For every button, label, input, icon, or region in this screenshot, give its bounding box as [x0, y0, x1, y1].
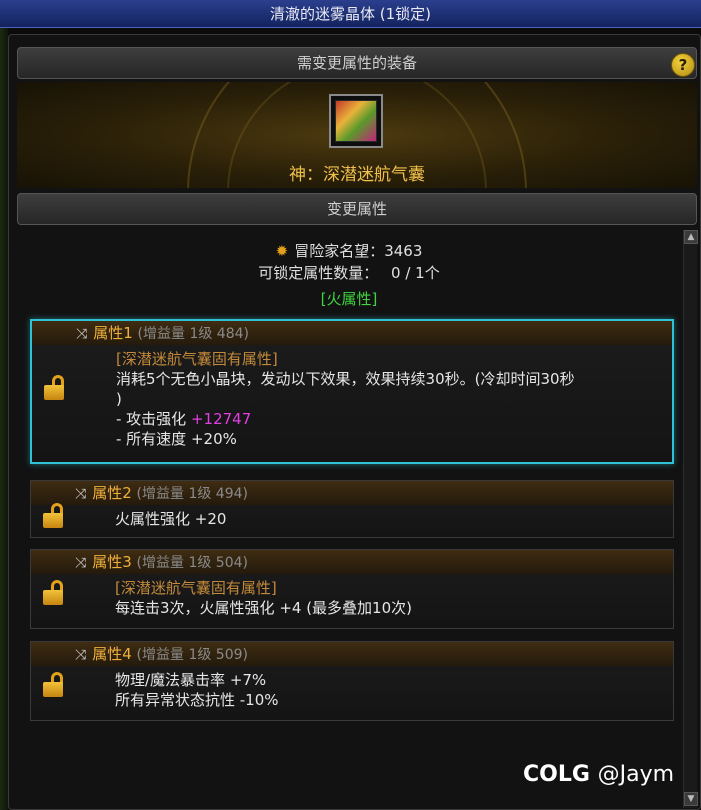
- equip-section-header: 需变更属性的装备: [17, 47, 697, 79]
- lockable-count: 可锁定属性数量： 0 / 1个: [17, 262, 681, 283]
- property-card-3[interactable]: ⤨ 属性3 (增益量 1级 504) [深潜迷航气囊固有属性] 每连击3次，火属性…: [30, 549, 674, 629]
- change-section-header: 变更属性: [17, 193, 697, 225]
- stat-line: - 攻击强化 +12747: [116, 409, 672, 429]
- property-tag: [深潜迷航气囊固有属性]: [115, 579, 277, 597]
- property-sub: (增益量 1级 509): [136, 647, 248, 663]
- left-frame-edge: [0, 28, 8, 810]
- help-icon[interactable]: ?: [671, 53, 695, 77]
- equipment-name: 神：深潜迷航气囊: [289, 165, 425, 185]
- stat-label: - 所有速度: [116, 430, 187, 448]
- property-body: [深潜迷航气囊固有属性] 消耗5个无色小晶块，发动以下效果，效果持续30秒。(冷…: [32, 345, 672, 455]
- property-body: 火属性强化 +20: [31, 505, 673, 535]
- element-tag: [火属性]: [320, 290, 378, 308]
- property-sub: (增益量 1级 504): [136, 555, 248, 571]
- fame-label: 冒险家名望：3463: [294, 242, 423, 260]
- item-icon-art: [335, 100, 377, 142]
- property-header: ⤨ 属性2 (增益量 1级 494): [31, 481, 673, 505]
- property-sub: (增益量 1级 494): [136, 486, 248, 502]
- vertical-scrollbar[interactable]: ▲ ▼: [683, 230, 698, 808]
- property-card-4[interactable]: ⤨ 属性4 (增益量 1级 509) 物理/魔法暴击率 +7% 所有异常状态抗性 …: [30, 641, 674, 721]
- unlock-icon[interactable]: [43, 672, 63, 698]
- fame-line: ✹ 冒险家名望：3463: [17, 240, 681, 261]
- item-airbag-icon[interactable]: [329, 94, 383, 148]
- stat-value: +12747: [190, 410, 252, 428]
- property-tag: [深潜迷航气囊固有属性]: [116, 350, 278, 368]
- property-body: [深潜迷航气囊固有属性] 每连击3次，火属性强化 +4 (最多叠加10次): [31, 574, 673, 624]
- window-title: 清澈的迷雾晶体 (1锁定): [0, 0, 701, 28]
- property-sub: (增益量 1级 484): [137, 326, 249, 342]
- property-line: 每连击3次，火属性强化 +4 (最多叠加10次): [115, 599, 412, 617]
- property-header: ⤨ 属性3 (增益量 1级 504): [31, 550, 673, 574]
- unlock-icon[interactable]: [43, 580, 63, 606]
- fame-star-icon: ✹: [275, 242, 289, 260]
- scroll-up-icon[interactable]: ▲: [684, 230, 698, 244]
- watermark: COLG @Jaym: [523, 762, 674, 787]
- property-title: 属性4: [92, 645, 132, 663]
- property-title: 属性2: [92, 484, 132, 502]
- unlock-icon[interactable]: [43, 503, 63, 529]
- property-card-1[interactable]: ⤨ 属性1 (增益量 1级 484) [深潜迷航气囊固有属性] 消耗5个无色小晶块…: [30, 319, 674, 464]
- shuffle-icon: ⤨: [75, 647, 87, 663]
- watermark-user: @Jaym: [597, 762, 675, 787]
- lockable-value: 0 / 1个: [391, 264, 440, 282]
- property-title: 属性3: [92, 553, 132, 571]
- property-header: ⤨ 属性1 (增益量 1级 484): [32, 321, 672, 345]
- shuffle-icon: ⤨: [75, 555, 87, 571]
- property-line: 消耗5个无色小晶块，发动以下效果，效果持续30秒。(冷却时间30秒: [116, 370, 575, 388]
- stat-label: - 攻击强化: [116, 410, 187, 428]
- unlock-icon[interactable]: [44, 375, 64, 401]
- equipment-panel: 神：深潜迷航气囊: [17, 82, 697, 188]
- property-line: ): [116, 390, 122, 408]
- property-body: 物理/魔法暴击率 +7% 所有异常状态抗性 -10%: [31, 666, 673, 716]
- property-line: 所有异常状态抗性 -10%: [115, 691, 279, 709]
- stat-line: - 所有速度 +20%: [116, 429, 672, 449]
- property-line: 物理/魔法暴击率 +7%: [115, 671, 267, 689]
- scroll-down-icon[interactable]: ▼: [684, 792, 698, 806]
- lockable-label: 可锁定属性数量：: [258, 264, 379, 282]
- property-header: ⤨ 属性4 (增益量 1级 509): [31, 642, 673, 666]
- watermark-brand: COLG: [523, 762, 590, 787]
- stat-value: +20%: [190, 430, 237, 448]
- shuffle-icon: ⤨: [75, 486, 87, 502]
- property-card-2[interactable]: ⤨ 属性2 (增益量 1级 494) 火属性强化 +20: [30, 480, 674, 538]
- property-title: 属性1: [93, 324, 133, 342]
- property-line: 火属性强化 +20: [115, 510, 227, 528]
- shuffle-icon: ⤨: [76, 326, 88, 342]
